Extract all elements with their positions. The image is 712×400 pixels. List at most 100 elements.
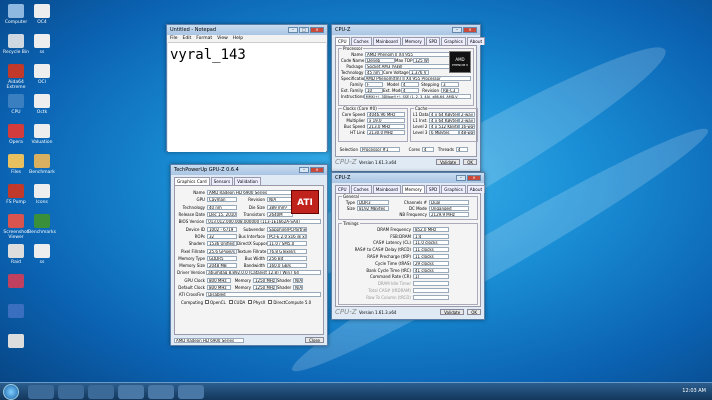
close-icon[interactable]: × <box>467 175 481 181</box>
processor-select[interactable]: Processor #1 <box>360 146 400 152</box>
close-icon[interactable]: × <box>310 27 324 33</box>
gpuz-row-value: 1536 Unified <box>207 241 237 247</box>
close-button[interactable]: Close <box>305 337 324 343</box>
amd-logo-sub: PHENOM II <box>452 63 468 67</box>
multiplier-value: x 19.0 <box>367 117 405 123</box>
app-icon <box>34 244 50 258</box>
channels-value: Dual <box>429 199 469 205</box>
timings-label: Timings <box>342 221 360 226</box>
gpuz-row-label: ATI CrossFire <box>178 292 205 298</box>
start-button[interactable] <box>3 384 19 400</box>
app-icon <box>34 214 50 228</box>
cpuz-memory-window: CPU-Z – × CPU Caches Mainboard Memory SPD Grap… <box>331 172 486 320</box>
taskbar-media-icon[interactable] <box>58 385 84 399</box>
cpuz-titlebar[interactable]: CPU-Z – × <box>332 25 480 35</box>
codename-label: Code Name <box>341 57 365 63</box>
taskbar-cpuz-icon[interactable] <box>148 385 174 399</box>
tab[interactable]: CPU <box>335 185 350 193</box>
cores-value: 4 <box>422 146 434 152</box>
model-value: 4 <box>401 81 419 87</box>
gpuz-row-value2: 1250 MHz <box>253 285 277 290</box>
gpu-select[interactable]: AMD Radeon HD 6900 Series <box>174 337 244 343</box>
tab[interactable]: Graphics Card <box>174 177 210 185</box>
desktop-icon[interactable] <box>0 304 32 320</box>
minimize-icon[interactable]: – <box>288 27 298 33</box>
tab[interactable]: SPD <box>425 37 441 45</box>
cpuz-brand: CPU-Z <box>335 158 357 166</box>
model-label: Model <box>386 81 399 87</box>
gpuz-row-label2: Bus Width <box>244 255 265 261</box>
desktop-icon[interactable]: Icons <box>26 184 58 205</box>
computing-checkbox[interactable]: CUDA <box>228 300 245 305</box>
close-icon[interactable]: × <box>463 27 477 33</box>
gpuz-row: Shaders 1536 Unified DirectX Support 11.0 /… <box>177 240 321 247</box>
instructions-label: Instructions <box>341 93 364 99</box>
close-icon[interactable]: × <box>310 167 324 173</box>
tab[interactable]: SPD <box>425 185 441 193</box>
taskbar-gpuz-icon[interactable] <box>178 385 204 399</box>
computing-checkbox[interactable]: DirectCompute 5.0 <box>268 300 311 305</box>
tab[interactable]: CPU <box>335 37 350 45</box>
menu-item[interactable]: Format <box>196 36 212 41</box>
taskbar-app-icon[interactable] <box>88 385 114 399</box>
tab[interactable]: About <box>466 185 486 193</box>
type-value: DDR3 <box>357 199 389 205</box>
threads-label: Threads <box>437 146 454 152</box>
gpuz-row: BIOS Version 013.012.000.008.000000 (113-… <box>177 218 321 225</box>
menu-item[interactable]: Edit <box>183 36 192 41</box>
gpuz-row-label2: Texture Fillrate <box>237 248 267 254</box>
tab[interactable]: Sensors <box>210 177 234 185</box>
desktop-icon[interactable]: ss <box>26 34 58 55</box>
cpuz-mem-brand: CPU-Z <box>335 308 357 316</box>
minimize-icon[interactable]: – <box>452 27 462 33</box>
taskbar-notepad-icon[interactable] <box>118 385 144 399</box>
computing-checkbox[interactable]: PhysX <box>248 300 265 305</box>
tab[interactable]: Caches <box>350 185 372 193</box>
desktop-icon[interactable] <box>0 274 32 290</box>
timing-value: 29 clocks <box>413 260 449 266</box>
minimize-icon[interactable]: – <box>299 167 309 173</box>
ok-button[interactable]: OK <box>463 159 477 165</box>
cores-label: Cores <box>408 146 420 152</box>
gpuz-row-label: Device ID <box>185 226 205 232</box>
desktop-icon[interactable]: Valuation <box>26 124 58 145</box>
computing-checkbox[interactable]: OpenCL <box>205 300 226 305</box>
tab[interactable]: Validation <box>234 177 261 185</box>
menu-item[interactable]: Help <box>233 36 243 41</box>
maximize-icon[interactable]: □ <box>299 27 309 33</box>
timing-value: 41 clocks <box>413 267 449 273</box>
validate-button[interactable]: Validate <box>436 159 461 165</box>
menu-item[interactable]: View <box>217 36 228 41</box>
app-icon <box>34 64 50 78</box>
tab[interactable]: Memory <box>401 185 425 193</box>
desktop-icon[interactable]: OCI <box>26 64 58 85</box>
app-icon <box>8 274 24 288</box>
desktop-icon[interactable] <box>0 334 32 350</box>
taskbar-explorer-icon[interactable] <box>28 385 54 399</box>
desktop-icon[interactable]: Octk <box>26 94 58 115</box>
notepad-titlebar[interactable]: Untitled - Notepad – □ × <box>167 25 327 35</box>
gpuz-row: Pixel Fillrate 25.6 GPixel/s Texture Fillr… <box>177 247 321 254</box>
notepad-text-area[interactable]: vyral_143 <box>168 42 326 152</box>
tab[interactable]: Graphics <box>441 185 466 193</box>
tab[interactable]: Memory <box>401 37 425 45</box>
mem-validate-button[interactable]: Validate <box>440 309 465 315</box>
tab[interactable]: Mainboard <box>372 185 401 193</box>
menu-item[interactable]: File <box>170 36 178 41</box>
mem-ok-button[interactable]: OK <box>467 309 481 315</box>
cpuz-mem-titlebar[interactable]: CPU-Z – × <box>332 173 484 183</box>
desktop-icon[interactable]: Benchmark <box>26 154 58 175</box>
gpuz-row-value: AMD Radeon HD 6900 Series <box>207 190 295 196</box>
gpuz-titlebar[interactable]: TechPowerUp GPU-Z 0.6.4 – × <box>171 165 327 175</box>
tab[interactable]: Mainboard <box>372 37 401 45</box>
stepping-label: Stepping <box>421 81 439 87</box>
tab[interactable]: About <box>466 37 486 45</box>
minimize-icon[interactable]: – <box>456 175 466 181</box>
desktop-icon[interactable]: OC4 <box>26 4 58 25</box>
desktop-icon[interactable]: ss <box>26 244 58 265</box>
desktop-icon[interactable]: Benchmarks <box>26 214 58 235</box>
timings-rows: DRAM Frequency 852.0 MHz FSB:DRAM 1:4 CAS# L… <box>341 226 475 301</box>
clock[interactable]: 12:03 AM <box>682 388 706 394</box>
tab[interactable]: Caches <box>350 37 372 45</box>
tab[interactable]: Graphics <box>441 37 466 45</box>
